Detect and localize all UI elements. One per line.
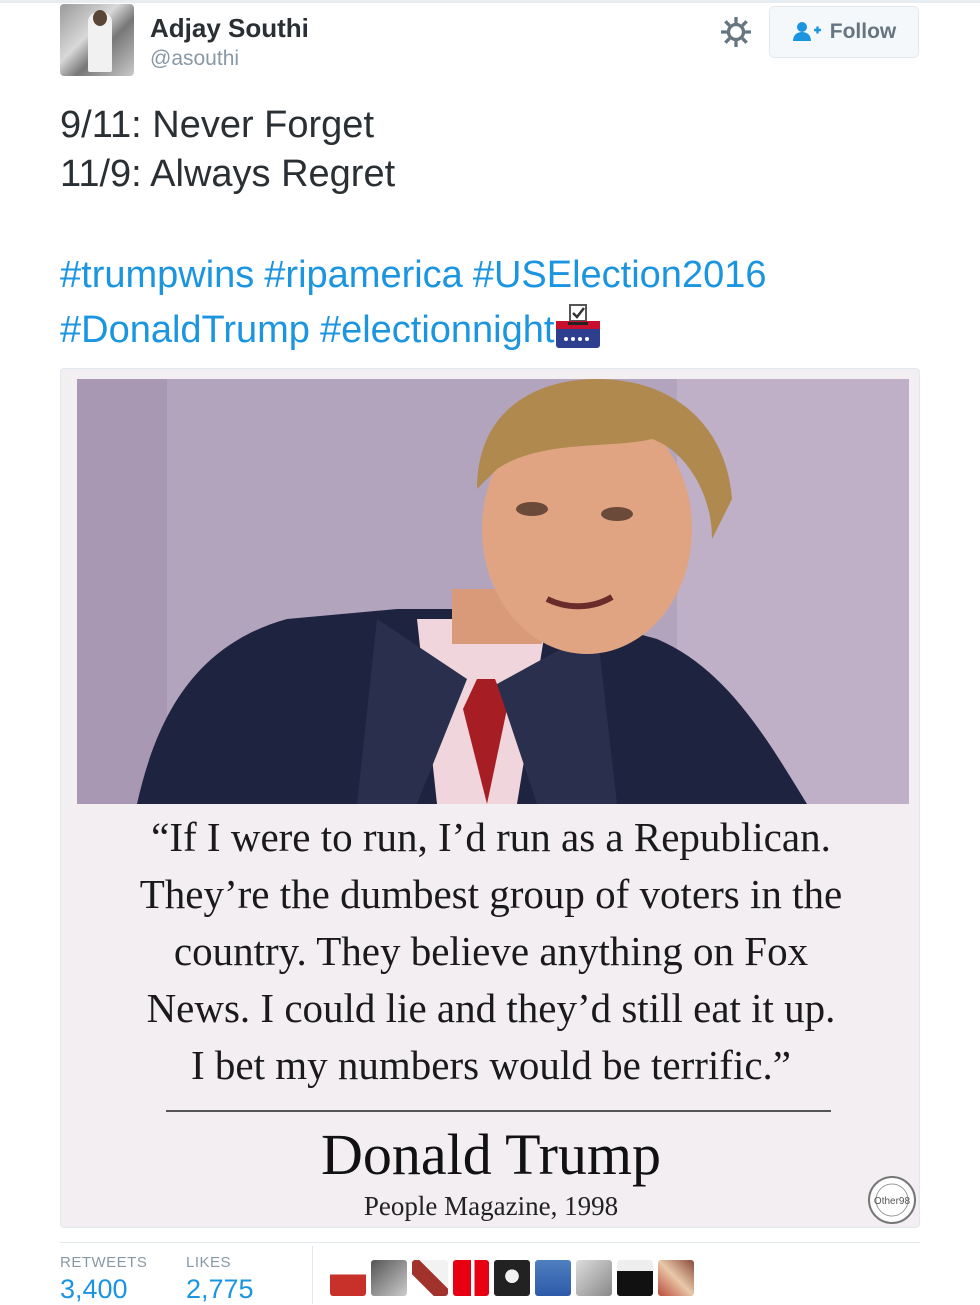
liker-avatar[interactable] <box>576 1260 612 1296</box>
tweet-media[interactable]: “If I were to run, I’d run as a Republic… <box>60 368 920 1228</box>
quote-line: country. They believe anything on Fox <box>173 928 809 974</box>
retweets-count[interactable]: 3,400 <box>60 1274 128 1305</box>
hashtag-link[interactable]: #electionnight <box>320 309 555 351</box>
divider-rule <box>166 1110 831 1112</box>
liker-avatar[interactable] <box>330 1260 366 1296</box>
gear-icon[interactable] <box>718 14 754 50</box>
liker-avatar[interactable] <box>617 1260 653 1296</box>
quote-line: News. I could lie and they’d still eat i… <box>146 985 836 1031</box>
liker-avatar[interactable] <box>412 1260 448 1296</box>
hashtag-link[interactable]: #trumpwins <box>60 254 254 296</box>
likes-label: LIKES <box>186 1254 232 1271</box>
liker-avatar[interactable] <box>658 1260 694 1296</box>
hashtag-link[interactable]: #DonaldTrump <box>60 309 310 351</box>
likes-count[interactable]: 2,775 <box>186 1274 254 1305</box>
avatar[interactable] <box>60 4 134 76</box>
quote-text: “If I were to run, I’d run as a Republic… <box>61 809 919 1094</box>
top-border <box>0 0 980 3</box>
quote-line: I bet my numbers would be terrific.” <box>190 1042 791 1088</box>
retweets-label: RETWEETS <box>60 1254 148 1271</box>
hashtag-link[interactable]: #ripamerica <box>264 254 463 296</box>
liker-avatar[interactable] <box>371 1260 407 1296</box>
follow-button[interactable]: Follow <box>769 6 919 58</box>
hashtag-list: #trumpwins #ripamerica #USElection2016 #Do… <box>60 248 940 358</box>
ballot-box-icon <box>556 304 601 348</box>
add-user-icon <box>792 22 821 41</box>
liker-avatars <box>330 1260 694 1296</box>
svg-text:Other98: Other98 <box>874 1196 911 1207</box>
quote-author: Donald Trump <box>320 1122 661 1187</box>
quote-line: They’re the dumbest group of voters in t… <box>139 871 843 917</box>
user-name[interactable]: Adjay Southi <box>150 13 309 44</box>
portrait-illustration <box>77 379 909 804</box>
follow-label: Follow <box>829 20 897 43</box>
liker-avatar[interactable] <box>494 1260 530 1296</box>
liker-avatar[interactable] <box>535 1260 571 1296</box>
tweet-line: 9/11: Never Forget <box>60 104 375 146</box>
photo <box>77 379 909 804</box>
liker-avatar[interactable] <box>453 1260 489 1296</box>
quote-line: “If I were to run, I’d run as a Republic… <box>151 814 831 860</box>
stats-divider <box>60 1242 920 1243</box>
stats-separator <box>312 1246 313 1304</box>
avatar-head <box>93 10 107 26</box>
tweet-line: 11/9: Always Regret <box>60 153 396 195</box>
hashtag-link[interactable]: #USElection2016 <box>473 254 767 296</box>
user-handle[interactable]: @asouthi <box>150 47 239 71</box>
tweet-text: 9/11: Never Forget 11/9: Always Regret <box>60 101 395 199</box>
quote-source: People Magazine, 1998 <box>363 1191 619 1221</box>
watermark-stamp: Other98 <box>868 1176 916 1224</box>
